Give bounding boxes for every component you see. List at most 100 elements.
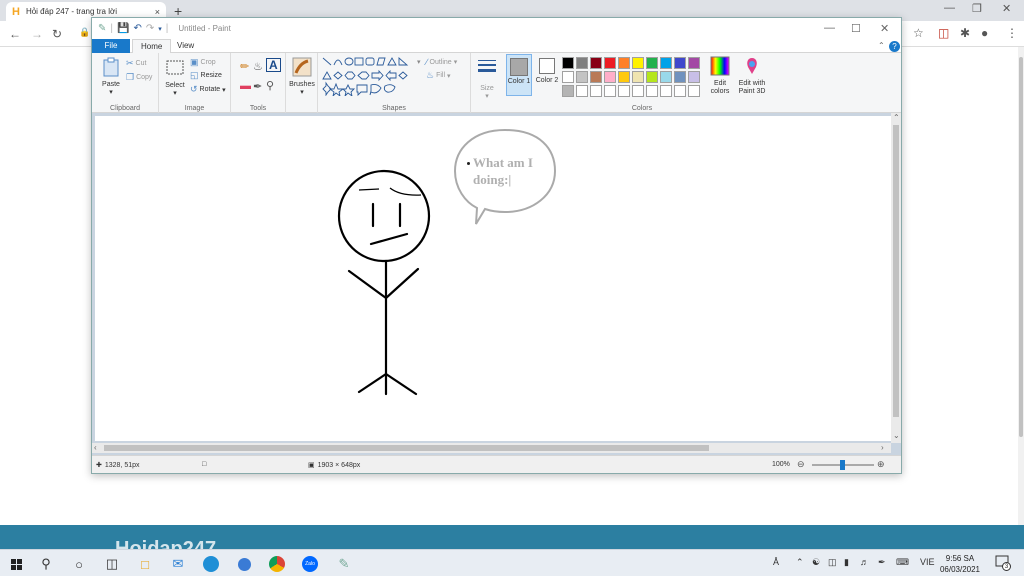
fill-button[interactable]: ♨ Fill ▾	[426, 70, 451, 81]
paint-minimize-icon[interactable]: —	[824, 22, 835, 34]
volume-icon[interactable]: ♬	[860, 557, 869, 567]
palette-swatch[interactable]	[576, 57, 588, 69]
paint-maximize-icon[interactable]: ☐	[851, 22, 861, 35]
palette-swatch[interactable]	[576, 85, 588, 97]
profile-avatar-icon[interactable]: ●	[981, 26, 988, 40]
reload-icon[interactable]: ↻	[52, 27, 62, 41]
defender-icon[interactable]: ◫	[828, 557, 837, 568]
palette-swatch[interactable]	[604, 57, 616, 69]
select-button[interactable]: Select ▾	[162, 58, 188, 97]
tab-view[interactable]: View	[169, 39, 202, 53]
palette-swatch[interactable]	[618, 85, 630, 97]
palette-swatch[interactable]	[660, 71, 672, 83]
canvas-vertical-scrollbar[interactable]: ⌃ ⌄	[891, 113, 901, 443]
zoom-slider-thumb[interactable]	[840, 460, 845, 470]
help-icon[interactable]: ?	[889, 41, 900, 52]
fill-bucket-icon[interactable]: ♨	[253, 60, 263, 73]
network-icon[interactable]: ☯	[812, 557, 820, 568]
palette-swatch[interactable]	[562, 71, 574, 83]
eraser-icon[interactable]: ▬	[240, 80, 251, 92]
palette-swatch[interactable]	[674, 85, 686, 97]
palette-swatch[interactable]	[632, 71, 644, 83]
canvas-horizontal-scrollbar[interactable]: ‹ ›	[92, 443, 891, 453]
palette-swatch[interactable]	[688, 57, 700, 69]
text-tool-icon[interactable]: A	[266, 58, 281, 72]
drawing-canvas[interactable]: What am I doing:|	[95, 116, 891, 441]
tray-overflow-icon[interactable]: ⌃	[796, 557, 804, 568]
rotate-button[interactable]: ↺ Rotate ▾	[190, 84, 226, 95]
palette-swatch[interactable]	[674, 57, 686, 69]
zalo-icon[interactable]: Zalo	[300, 554, 320, 574]
palette-swatch[interactable]	[604, 71, 616, 83]
browser-menu-icon[interactable]: ⋮	[1006, 26, 1018, 40]
scroll-left-icon[interactable]: ‹	[94, 443, 97, 452]
file-menu[interactable]: File	[92, 39, 130, 53]
speech-bubble-text[interactable]: What am I doing:|	[473, 154, 553, 188]
browser-close-icon[interactable]: ✕	[1002, 2, 1011, 15]
scroll-right-icon[interactable]: ›	[881, 443, 884, 452]
page-scrollbar[interactable]	[1018, 47, 1024, 525]
crop-button[interactable]: ▣ Crop	[190, 57, 216, 68]
palette-swatch[interactable]	[562, 85, 574, 97]
qat-dropdown-icon[interactable]: ▾	[158, 25, 162, 33]
scroll-down-icon[interactable]: ⌄	[893, 431, 900, 440]
palette-swatch[interactable]	[590, 57, 602, 69]
palette-swatch[interactable]	[646, 57, 658, 69]
color-picker-icon[interactable]: ✒	[253, 80, 262, 93]
edit-colors-button[interactable]: Edit colors	[706, 56, 734, 96]
brushes-button[interactable]: Brushes ▾	[288, 57, 316, 96]
file-explorer-icon[interactable]: □	[135, 554, 155, 574]
undo-icon[interactable]: ↶	[133, 23, 141, 34]
redo-icon[interactable]: ↷	[146, 23, 154, 34]
ribbon-collapse-icon[interactable]: ⌃	[878, 41, 885, 50]
color2-button[interactable]: Color 2	[534, 54, 560, 85]
search-icon[interactable]: ⚲	[36, 554, 56, 574]
palette-swatch[interactable]	[688, 71, 700, 83]
palette-swatch[interactable]	[576, 71, 588, 83]
edge-icon[interactable]	[201, 554, 221, 574]
keyboard-icon[interactable]: ⌨	[896, 557, 909, 568]
paint-close-icon[interactable]: ✕	[880, 22, 889, 35]
mail-icon[interactable]: ✉	[168, 554, 188, 574]
save-icon[interactable]: 💾	[117, 23, 129, 34]
shapes-more-icon[interactable]: ▾	[417, 58, 421, 66]
extension-shield-icon[interactable]: ◫	[938, 26, 949, 40]
palette-swatch[interactable]	[660, 85, 672, 97]
paint-app-taskbar-icon[interactable]: ✎	[334, 554, 354, 574]
resize-button[interactable]: ◱ Resize	[190, 70, 222, 81]
battery-icon[interactable]: ▮	[844, 557, 849, 568]
palette-swatch[interactable]	[618, 71, 630, 83]
horizontal-scroll-thumb[interactable]	[104, 445, 709, 451]
vertical-scroll-thumb[interactable]	[893, 125, 899, 417]
copy-button[interactable]: ❐ Copy	[126, 72, 152, 83]
paint-taskbar-icon[interactable]	[234, 554, 254, 574]
shapes-gallery[interactable]	[321, 56, 421, 96]
system-clock[interactable]: 9:56 SA 06/03/2021	[930, 553, 990, 575]
tab-home[interactable]: Home	[132, 39, 172, 53]
palette-swatch[interactable]	[660, 57, 672, 69]
outline-button[interactable]: ∕ Outline ▾	[426, 57, 457, 67]
color1-button[interactable]: Color 1	[506, 54, 532, 96]
bookmark-star-icon[interactable]: ☆	[913, 26, 924, 40]
zoom-in-icon[interactable]: ⊕	[877, 459, 885, 470]
forward-icon[interactable]: →	[31, 27, 43, 41]
palette-swatch[interactable]	[688, 85, 700, 97]
zoom-out-icon[interactable]: ⊖	[797, 459, 805, 470]
palette-swatch[interactable]	[618, 57, 630, 69]
edit-paint3d-button[interactable]: Edit with Paint 3D	[734, 56, 770, 96]
palette-swatch[interactable]	[632, 57, 644, 69]
palette-swatch[interactable]	[646, 85, 658, 97]
browser-restore-icon[interactable]: ❐	[972, 2, 982, 15]
pencil-icon[interactable]: ✏	[240, 60, 249, 73]
paste-button[interactable]: Paste ▾	[98, 57, 124, 96]
palette-swatch[interactable]	[632, 85, 644, 97]
cut-button[interactable]: ✂ Cut	[126, 58, 146, 69]
extensions-puzzle-icon[interactable]: ✱	[960, 26, 970, 40]
palette-swatch[interactable]	[562, 57, 574, 69]
palette-swatch[interactable]	[604, 85, 616, 97]
chrome-icon[interactable]	[267, 554, 287, 574]
palette-swatch[interactable]	[674, 71, 686, 83]
cortana-icon[interactable]: ○	[69, 554, 89, 574]
browser-minimize-icon[interactable]: —	[944, 2, 955, 14]
pen-icon[interactable]: ✒	[878, 557, 886, 568]
